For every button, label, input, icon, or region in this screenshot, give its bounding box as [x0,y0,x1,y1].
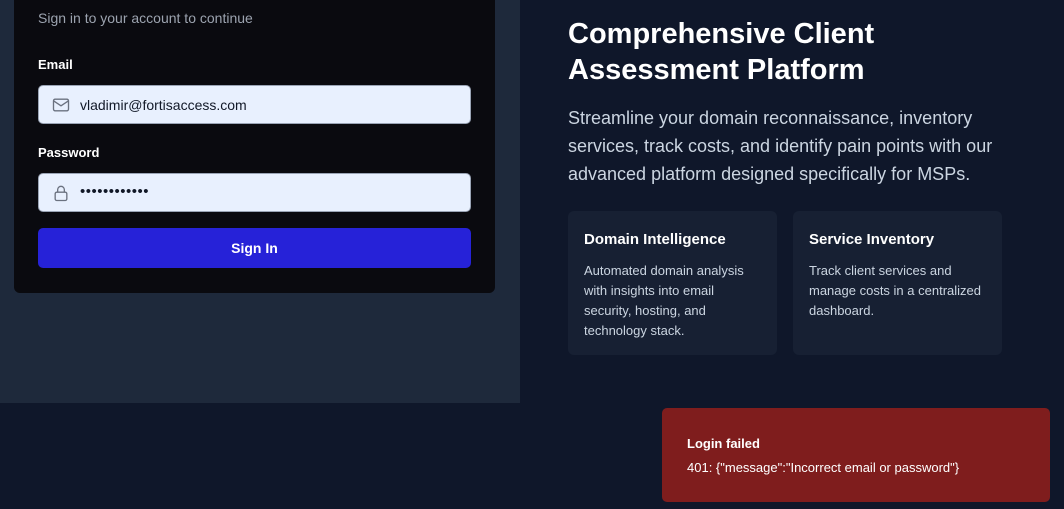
email-field[interactable]: vladimir@fortisaccess.com [38,85,471,124]
feature-text: Track client services and manage costs i… [809,263,981,318]
hero-title: Comprehensive Client Assessment Platform [568,18,875,86]
toast-title: Login failed [687,436,760,451]
feature-text: Automated domain analysis with insights … [584,263,744,338]
password-label: Password [38,145,100,160]
feature-title: Service Inventory [809,231,935,248]
lock-icon [54,185,68,202]
email-value: vladimir@fortisaccess.com [80,97,247,113]
login-subtitle: Sign in to your account to continue [38,10,253,26]
toast-message: 401: {"message":"Incorrect email or pass… [687,460,960,475]
password-value: •••••••••••• [80,183,150,200]
feature-title: Domain Intelligence [584,231,726,248]
hero-description: Streamline your domain reconnaissance, i… [568,108,993,184]
password-field[interactable]: •••••••••••• [38,173,471,212]
sign-in-button[interactable]: Sign In [38,228,471,268]
mail-icon [52,98,70,112]
email-label: Email [38,57,73,72]
feature-card-domain-intelligence: Domain Intelligence Automated domain ana… [568,211,777,355]
feature-card-service-inventory: Service Inventory Track client services … [793,211,1002,355]
error-toast[interactable]: Login failed 401: {"message":"Incorrect … [662,408,1050,502]
